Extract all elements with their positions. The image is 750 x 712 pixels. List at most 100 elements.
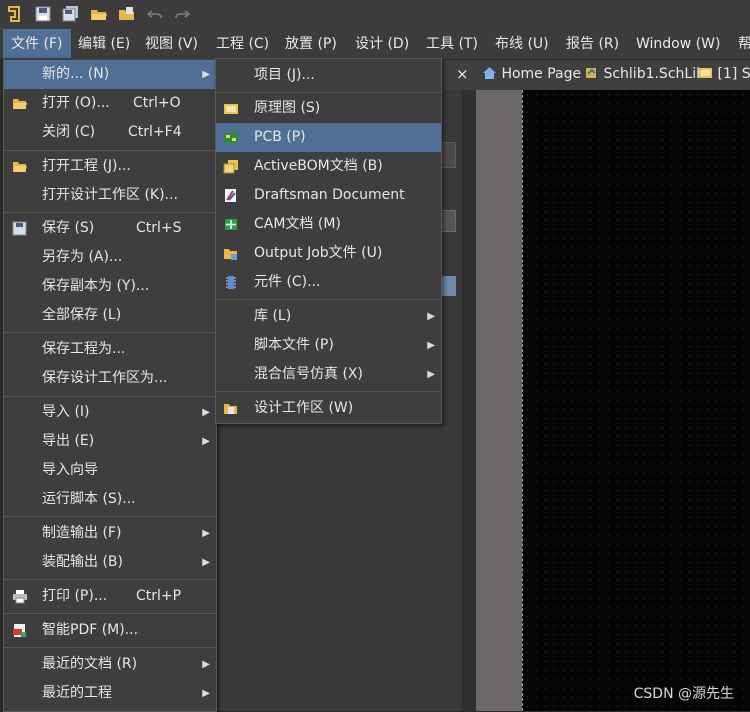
tab-schlib[interactable]: Schlib1.SchLib	[584, 66, 705, 82]
redo-icon[interactable]	[173, 5, 191, 23]
app-logo-icon[interactable]	[5, 5, 23, 23]
workspace-icon	[224, 404, 237, 414]
menu-item-smart-pdf[interactable]: 智能PDF (M)...	[4, 616, 216, 645]
separator	[4, 613, 216, 614]
submenu-arrow-icon: ▶	[202, 688, 210, 699]
submenu-arrow-icon: ▶	[202, 407, 210, 418]
menu-item-save-workspace-as[interactable]: 保存设计工作区为...	[4, 364, 216, 393]
menu-item-recent-documents[interactable]: 最近的文档 (R) ▶	[4, 650, 216, 679]
save-icon[interactable]	[34, 5, 52, 23]
schlib-file-icon	[586, 68, 596, 78]
menu-item-export[interactable]: 导出 (E) ▶	[4, 427, 216, 456]
bom-doc-icon	[223, 160, 238, 174]
watermark: CSDN @源先生	[633, 686, 734, 702]
submenu-item-activebom[interactable]: ActiveBOM文档 (B)	[216, 152, 441, 181]
tab-label: Schlib1.SchLib	[603, 66, 705, 82]
menu-item-new[interactable]: 新的... (N) ▶	[4, 60, 216, 89]
menu-item-save-project-as[interactable]: 保存工程为...	[4, 335, 216, 364]
menu-item-close[interactable]: 关闭 (C) Ctrl+F4	[4, 118, 216, 147]
menu-help[interactable]: 帮	[738, 29, 750, 59]
menu-view[interactable]: 视图 (V)	[145, 29, 198, 59]
submenu-item-draftsman[interactable]: Draftsman Document	[216, 181, 441, 210]
separator	[4, 212, 216, 213]
file-menu: 新的... (N) ▶ 打开 (O)... Ctrl+O 关闭 (C) Ctrl…	[3, 58, 217, 712]
panel-splitter[interactable]	[462, 60, 476, 711]
submenu-arrow-icon: ▶	[202, 528, 210, 539]
menu-item-open[interactable]: 打开 (O)... Ctrl+O	[4, 89, 216, 118]
submenu-arrow-icon: ▶	[202, 69, 210, 80]
submenu-item-cam[interactable]: CAM文档 (M)	[216, 210, 441, 239]
toolbar	[0, 0, 750, 29]
menu-route[interactable]: 布线 (U)	[495, 29, 549, 59]
menu-item-assembly-outputs[interactable]: 装配输出 (B) ▶	[4, 548, 216, 577]
save-icon	[12, 221, 27, 236]
tab-home-page[interactable]: Home Page	[482, 66, 581, 82]
separator	[4, 579, 216, 580]
menu-window[interactable]: Window (W)	[636, 29, 720, 59]
submenu-item-workspace[interactable]: 设计工作区 (W)	[216, 394, 441, 423]
submenu-arrow-icon: ▶	[427, 340, 435, 351]
separator	[4, 516, 216, 517]
menu-item-import-wizard[interactable]: 导入向导	[4, 456, 216, 485]
open-icon[interactable]	[90, 5, 108, 23]
separator	[4, 647, 216, 648]
open-project-icon	[13, 162, 27, 172]
cam-doc-icon	[225, 219, 237, 230]
new-submenu: 项目 (J)... 原理图 (S) PCB (P) ActiveBOM文档 (B…	[215, 58, 442, 424]
menu-project[interactable]: 工程 (C)	[216, 29, 269, 59]
menu-item-print[interactable]: 打印 (P)... Ctrl+P	[4, 582, 216, 611]
submenu-arrow-icon: ▶	[202, 659, 210, 670]
open-project-icon[interactable]	[118, 5, 136, 23]
menu-item-save-all[interactable]: 全部保存 (L)	[4, 301, 216, 330]
menu-item-open-project[interactable]: 打开工程 (J)...	[4, 152, 216, 181]
tab-label: [1] Sh	[717, 66, 750, 82]
schematic-canvas[interactable]	[522, 90, 750, 711]
submenu-item-pcb[interactable]: PCB (P)	[216, 123, 441, 152]
pdf-icon	[13, 624, 26, 637]
tab-sheet[interactable]: [1] Sh	[698, 66, 750, 82]
menu-file[interactable]: 文件 (F)	[3, 29, 71, 59]
schematic-file-icon	[699, 68, 712, 78]
menu-item-save-copy-as[interactable]: 保存副本为 (Y)...	[4, 272, 216, 301]
submenu-item-mixed-sim[interactable]: 混合信号仿真 (X) ▶	[216, 360, 441, 389]
submenu-arrow-icon: ▶	[202, 557, 210, 568]
separator	[216, 299, 441, 300]
menu-item-save-as[interactable]: 另存为 (A)...	[4, 243, 216, 272]
submenu-item-library[interactable]: 库 (L) ▶	[216, 302, 441, 331]
submenu-item-component[interactable]: 元件 (C)...	[216, 268, 441, 297]
menu-reports[interactable]: 报告 (R)	[566, 29, 619, 59]
menu-item-fabrication-outputs[interactable]: 制造输出 (F) ▶	[4, 519, 216, 548]
menu-tools[interactable]: 工具 (T)	[426, 29, 478, 59]
menu-item-import[interactable]: 导入 (I) ▶	[4, 398, 216, 427]
submenu-item-schematic[interactable]: 原理图 (S)	[216, 94, 441, 123]
undo-icon[interactable]	[146, 5, 164, 23]
separator	[216, 391, 441, 392]
menu-item-recent-projects[interactable]: 最近的工程 ▶	[4, 679, 216, 708]
component-icon	[226, 276, 236, 289]
draftsman-doc-icon	[225, 189, 236, 202]
separator	[4, 150, 216, 151]
menu-edit[interactable]: 编辑 (E)	[78, 29, 130, 59]
sheet-margin	[476, 90, 522, 711]
menu-item-save[interactable]: 保存 (S) Ctrl+S	[4, 214, 216, 243]
submenu-item-project[interactable]: 项目 (J)...	[216, 61, 441, 90]
document-tabs: × Home Page Schlib1.SchLib [1] Sh	[440, 60, 750, 90]
submenu-arrow-icon: ▶	[202, 436, 210, 447]
printer-icon	[13, 590, 27, 604]
home-icon	[483, 67, 496, 79]
save-all-icon[interactable]	[62, 5, 80, 23]
menubar: 文件 (F) 编辑 (E) 视图 (V) 工程 (C) 放置 (P) 设计 (D…	[0, 29, 750, 60]
menu-item-run-script[interactable]: 运行脚本 (S)...	[4, 485, 216, 514]
submenu-item-output-job[interactable]: Output Job文件 (U)	[216, 239, 441, 268]
tab-close-icon[interactable]: ×	[456, 65, 469, 83]
menu-design[interactable]: 设计 (D)	[355, 29, 409, 59]
menu-item-open-workspace[interactable]: 打开设计工作区 (K)...	[4, 181, 216, 210]
output-job-icon	[224, 249, 237, 260]
menu-place[interactable]: 放置 (P)	[285, 29, 337, 59]
separator	[4, 396, 216, 397]
separator	[216, 92, 441, 93]
open-folder-icon	[13, 99, 27, 109]
submenu-arrow-icon: ▶	[427, 369, 435, 380]
submenu-item-script-file[interactable]: 脚本文件 (P) ▶	[216, 331, 441, 360]
separator	[4, 332, 216, 333]
